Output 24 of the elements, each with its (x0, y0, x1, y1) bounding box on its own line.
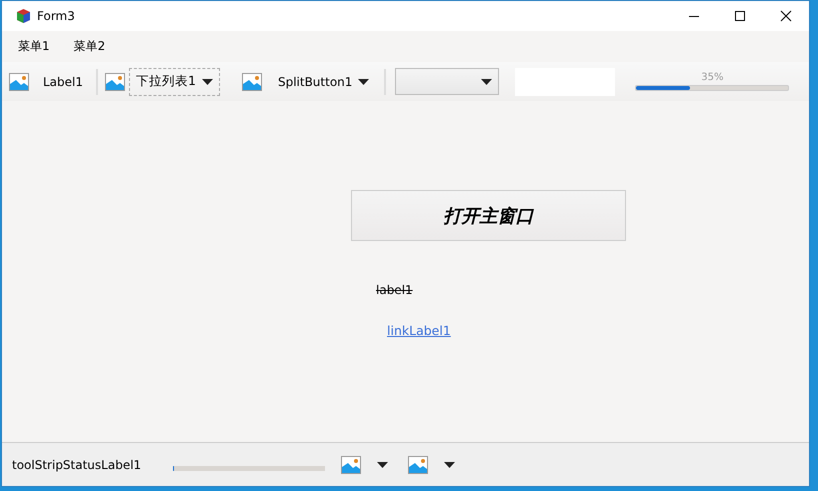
caret-icon (377, 462, 388, 468)
caret-icon (444, 462, 456, 468)
link-label[interactable]: linkLabel1 (387, 323, 451, 338)
image-icon (105, 72, 126, 90)
app-icon (17, 9, 30, 23)
image-icon (341, 456, 362, 474)
caret-icon (481, 78, 492, 84)
progress-text: 35% (701, 72, 724, 83)
label-text: label1 (376, 283, 413, 297)
menu-item[interactable]: 菜单2 (66, 38, 122, 55)
image-icon (408, 456, 428, 474)
image-icon (242, 72, 262, 90)
menu-item[interactable]: 菜单1 (10, 38, 66, 55)
caret-icon (358, 78, 370, 84)
open-main-window-button[interactable]: 打开主窗口 (351, 190, 626, 241)
window-title: Form3 (37, 9, 75, 23)
status-label: toolStripStatusLabel1 (12, 458, 142, 472)
toolbar-label: Label1 (42, 74, 84, 88)
split-button[interactable]: SplitButton1 (224, 72, 378, 90)
dropdown-button[interactable] (408, 456, 456, 474)
image-icon (9, 72, 29, 90)
dropdown-button[interactable]: 下拉列表1 (129, 68, 220, 96)
dropdown-button[interactable] (341, 456, 388, 474)
caret-icon (202, 78, 213, 84)
